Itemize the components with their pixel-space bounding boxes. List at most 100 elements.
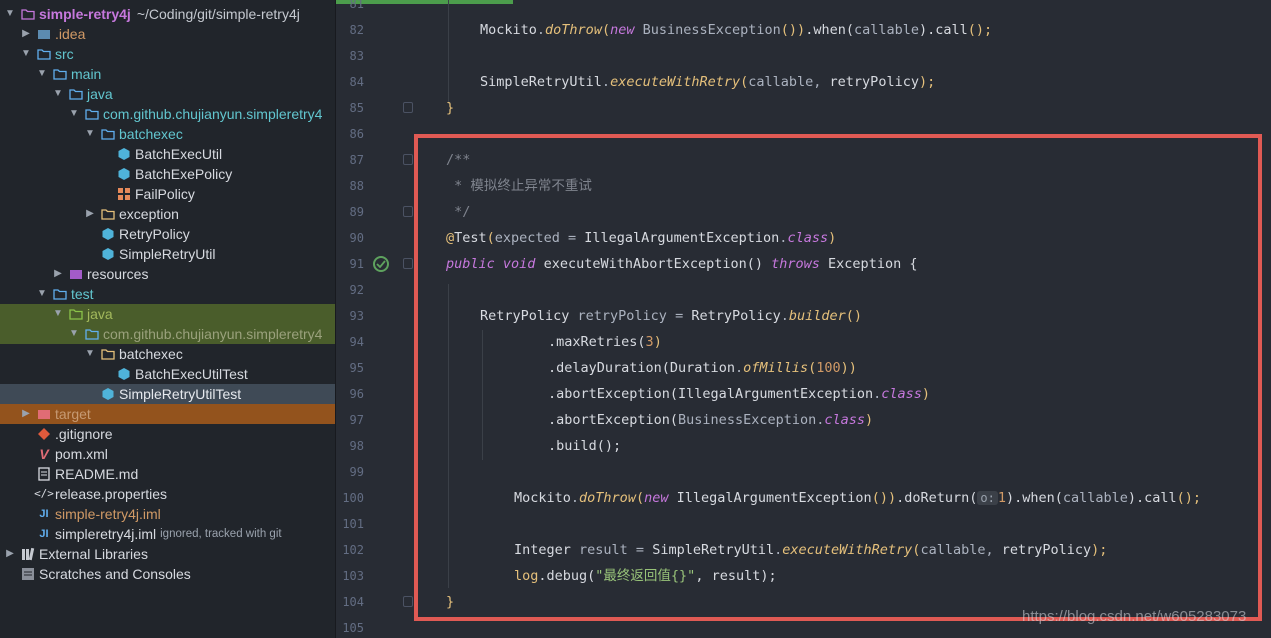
chevron-down-icon[interactable]: ▼ [4,4,16,24]
tree-label: com.github.chujianyun.simpleretry4 [103,106,323,122]
code-line-85[interactable]: } [446,95,454,121]
code-line-89[interactable]: */ [446,199,470,225]
code-token: .when( [805,22,854,38]
chevron-right-icon[interactable]: ▶ [20,404,32,424]
chevron-down-icon[interactable]: ▼ [36,284,48,304]
tree-row-readme[interactable]: README.md [0,464,335,484]
tree-label: target [55,406,91,422]
fold-marker-icon[interactable] [403,102,413,113]
code-token: Mockito [480,22,537,38]
code-token: IllegalArgumentException [584,230,780,246]
tree-row-external-libraries[interactable]: ▶ External Libraries [0,544,335,564]
code-line-84[interactable]: SimpleRetryUtil.executeWithRetry(callabl… [480,69,935,95]
tree-row-main[interactable]: ▼ main [0,64,335,84]
tree-row-batchexec-test[interactable]: ▼ batchexec [0,344,335,364]
tree-row-resources[interactable]: ▶ resources [0,264,335,284]
chevron-right-icon[interactable]: ▶ [84,204,96,224]
tree-label: simple-retry4j [39,6,131,22]
code-token: executeWithRetry [782,542,913,558]
code-line-88[interactable]: * 模拟终止异常不重试 [446,173,592,199]
tree-row-package-test[interactable]: ▼ com.github.chujianyun.simpleretry4 [0,324,335,344]
chevron-right-icon[interactable]: ▶ [4,544,16,564]
tree-row-project-root[interactable]: ▼ simple-retry4j ~/Coding/git/simple-ret… [0,4,335,24]
line-number: 83 [349,49,364,63]
tree-row-batchexecutiltest[interactable]: BatchExecUtilTest [0,364,335,384]
scratches-icon [20,566,36,582]
fold-marker-icon[interactable] [403,154,413,165]
fold-marker-icon[interactable] [403,596,413,607]
code-token: Mockito [514,490,571,506]
line-number: 94 [349,335,364,349]
code-line-100[interactable]: Mockito.doThrow(new IllegalArgumentExcep… [514,485,1201,511]
tree-row-batchexec[interactable]: ▼ batchexec [0,124,335,144]
line-number: 97 [349,413,364,427]
tree-row-simpleretryutiltest[interactable]: SimpleRetryUtilTest [0,384,335,404]
tree-label: SimpleRetryUtil [119,246,216,262]
line-number: 81 [349,0,364,11]
chevron-down-icon[interactable]: ▼ [52,304,64,324]
tree-row-scratches[interactable]: Scratches and Consoles [0,564,335,584]
fold-marker-icon[interactable] [403,206,413,217]
fold-marker-icon[interactable] [403,258,413,269]
chevron-right-icon[interactable]: ▶ [20,24,32,44]
chevron-down-icon[interactable]: ▼ [36,64,48,84]
code-line-97[interactable]: .abortException(BusinessException.class) [548,407,873,433]
tree-row-java-test[interactable]: ▼ java [0,304,335,324]
code-line-87[interactable]: /** [446,147,470,173]
tree-row-pom[interactable]: V pom.xml [0,444,335,464]
tree-row-batchexecutil[interactable]: BatchExecUtil [0,144,335,164]
code-token: IllegalArgumentException [668,490,872,506]
tree-row-exception[interactable]: ▶ exception [0,204,335,224]
test-class-icon [116,366,132,382]
code-line-82[interactable]: Mockito.doThrow(new BusinessException())… [480,17,992,43]
code-line-90[interactable]: @Test(expected = IllegalArgumentExceptio… [446,225,836,251]
tree-row-gitignore[interactable]: .gitignore [0,424,335,444]
tree-row-batchexepolicy[interactable]: BatchExePolicy [0,164,335,184]
code-line-103[interactable]: log.debug("最终返回值{}", result); [514,563,777,589]
tree-row-failpolicy[interactable]: FailPolicy [0,184,335,204]
tree-row-package-main[interactable]: ▼ com.github.chujianyun.simpleretry4 [0,104,335,124]
tree-row-java-main[interactable]: ▼ java [0,84,335,104]
code-line-102[interactable]: Integer result = SimpleRetryUtil.execute… [514,537,1107,563]
code-line-93[interactable]: RetryPolicy retryPolicy = RetryPolicy.bu… [480,303,862,329]
tree-label: java [87,86,113,102]
tree-row-release-properties[interactable]: </> release.properties [0,484,335,504]
tree-label: test [71,286,94,302]
code-line-91[interactable]: public void executeWithAbortException() … [446,251,917,277]
code-token: public [446,256,495,272]
line-number: 90 [349,231,364,245]
code-line-98[interactable]: .build(); [548,433,621,459]
tree-row-retrypolicy[interactable]: RetryPolicy [0,224,335,244]
code-line-96[interactable]: .abortException(IllegalArgumentException… [548,381,930,407]
code-line-104[interactable]: } [446,589,454,615]
code-token: , result); [695,568,777,584]
tree-row-idea[interactable]: ▶ .idea [0,24,335,44]
tree-row-simpleretryutil[interactable]: SimpleRetryUtil [0,244,335,264]
chevron-down-icon[interactable]: ▼ [68,324,80,344]
tree-row-target[interactable]: ▶ target [0,404,335,424]
chevron-down-icon[interactable]: ▼ [20,44,32,64]
line-number: 99 [349,465,364,479]
chevron-down-icon[interactable]: ▼ [68,104,80,124]
chevron-down-icon[interactable]: ▼ [84,344,96,364]
chevron-right-icon[interactable]: ▶ [52,264,64,284]
tree-label: main [71,66,102,82]
code-token: (); [1176,490,1202,506]
line-number: 98 [349,439,364,453]
code-token: 100 [816,360,841,376]
markdown-icon [36,466,52,482]
tree-row-src[interactable]: ▼ src [0,44,335,64]
code-line-94[interactable]: .maxRetries(3) [548,329,662,355]
tree-row-test[interactable]: ▼ test [0,284,335,304]
chevron-down-icon[interactable]: ▼ [52,84,64,104]
line-number: 103 [342,569,364,583]
folder-icon [52,66,68,82]
code-token: = [559,230,585,246]
tree-row-iml-1[interactable]: JI simple-retry4j.iml [0,504,335,524]
code-editor[interactable]: 81 82 83 84 85 86 87 88 89 90 91 92 93 9… [336,0,1271,638]
code-line-95[interactable]: .delayDuration(Duration.ofMillis(100)) [548,355,857,381]
test-passed-icon[interactable] [373,256,389,272]
package-icon [100,346,116,362]
chevron-down-icon[interactable]: ▼ [84,124,96,144]
tree-row-iml-2[interactable]: JI simpleretry4j.iml ignored, tracked wi… [0,524,335,544]
